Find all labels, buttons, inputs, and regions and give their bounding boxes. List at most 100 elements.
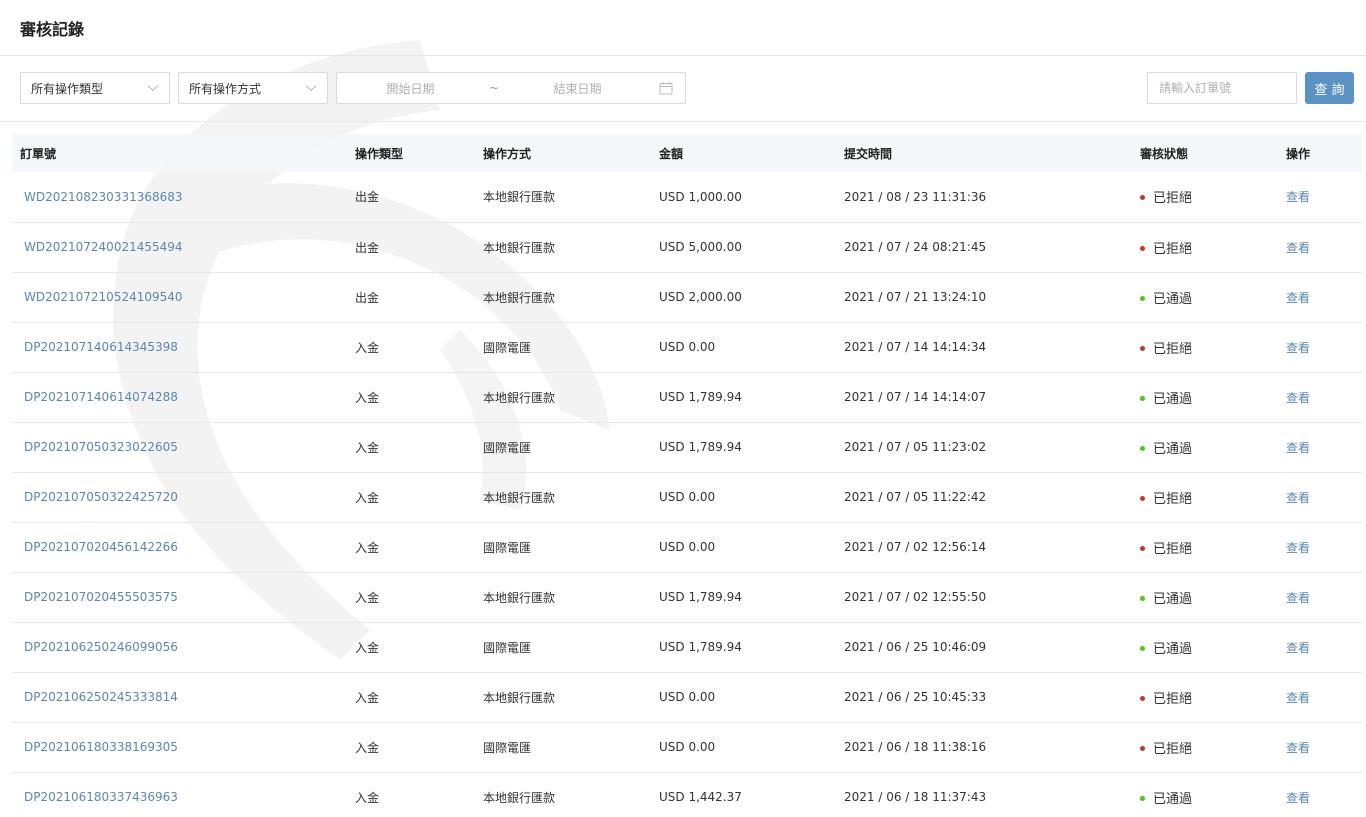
order-number-link[interactable]: DP202106180338169305 [24, 740, 178, 754]
date-range-picker[interactable]: 開始日期 ~ 結束日期 [336, 72, 686, 104]
submit-time-cell: 2021 / 07 / 05 11:23:02 [844, 440, 987, 454]
table-row: DP202106250246099056 入金 國際電匯 USD 1,789.94 20… [12, 622, 1362, 672]
records-table-container: 訂單號 操作類型 操作方式 金額 提交時間 審核狀態 操作 WD20210823… [0, 122, 1366, 817]
search-button[interactable]: 查 詢 [1305, 72, 1354, 104]
status-dot-icon [1140, 795, 1145, 801]
table-row: WD202108230331368683 出金 本地銀行匯款 USD 1,000.00… [12, 172, 1362, 222]
submit-time-cell: 2021 / 06 / 18 11:37:43 [844, 790, 987, 804]
status-badge: 已通過 [1153, 591, 1193, 607]
amount-cell: USD 0.00 [659, 540, 716, 554]
order-number-link[interactable]: WD202107240021455494 [24, 240, 183, 254]
records-table: 訂單號 操作類型 操作方式 金額 提交時間 審核狀態 操作 WD20210823… [12, 134, 1362, 817]
action-cell: 查看 [1266, 272, 1362, 322]
operation-method-cell: 國際電匯 [483, 340, 532, 355]
status-dot-icon [1140, 695, 1145, 701]
order-number-link[interactable]: DP202107020455503575 [24, 590, 178, 604]
operation-type-select-value: 所有操作類型 [31, 81, 104, 96]
view-link[interactable]: 查看 [1286, 441, 1310, 455]
order-number-cell: DP202107140614074288 [12, 372, 347, 422]
table-row: DP202107140614345398 入金 國際電匯 USD 0.00 2021 /… [12, 322, 1362, 372]
order-number-link[interactable]: DP202107140614345398 [24, 340, 178, 354]
table-row: DP202107140614074288 入金 本地銀行匯款 USD 1,789.94… [12, 372, 1362, 422]
column-header-amount: 金額 [659, 146, 684, 161]
operation-type-cell: 出金 [355, 290, 380, 305]
amount-cell: USD 1,789.94 [659, 440, 742, 454]
action-cell: 查看 [1266, 672, 1362, 722]
view-link[interactable]: 查看 [1286, 741, 1310, 755]
status-cell: 已拒絕 [1132, 722, 1266, 772]
status-dot-icon [1140, 595, 1145, 601]
status-badge: 已拒絕 [1153, 691, 1193, 707]
status-cell: 已通過 [1132, 622, 1266, 672]
operation-method-cell: 國際電匯 [483, 640, 532, 655]
status-dot-icon [1140, 395, 1145, 401]
operation-method-select[interactable]: 所有操作方式 [178, 72, 328, 104]
order-number-link[interactable]: DP202107020456142266 [24, 540, 178, 554]
order-number-link[interactable]: DP202107050323022605 [24, 440, 178, 454]
view-link[interactable]: 查看 [1286, 791, 1310, 805]
action-cell: 查看 [1266, 572, 1362, 622]
amount-cell: USD 1,789.94 [659, 590, 742, 604]
table-row: DP202107050322425720 入金 本地銀行匯款 USD 0.00 2021… [12, 472, 1362, 522]
status-badge: 已通過 [1153, 791, 1193, 807]
column-header-action: 操作 [1286, 146, 1311, 161]
order-number-link[interactable]: WD202108230331368683 [24, 190, 183, 204]
submit-time-cell: 2021 / 07 / 05 11:22:42 [844, 490, 987, 504]
table-row: DP202106250245333814 入金 本地銀行匯款 USD 0.00 2021… [12, 672, 1362, 722]
status-dot-icon [1140, 245, 1145, 251]
view-link[interactable]: 查看 [1286, 691, 1310, 705]
view-link[interactable]: 查看 [1286, 491, 1310, 505]
status-cell: 已拒絕 [1132, 222, 1266, 272]
amount-cell: USD 0.00 [659, 490, 716, 504]
operation-type-select[interactable]: 所有操作類型 [20, 72, 170, 104]
operation-type-cell: 入金 [355, 640, 380, 655]
column-header-time: 提交時間 [844, 146, 893, 161]
status-cell: 已通過 [1132, 272, 1266, 322]
submit-time-cell: 2021 / 06 / 18 11:38:16 [844, 740, 987, 754]
status-badge: 已通過 [1153, 641, 1193, 657]
end-date-input[interactable]: 結束日期 [504, 80, 651, 97]
column-header-type: 操作類型 [355, 146, 404, 161]
action-cell: 查看 [1266, 322, 1362, 372]
operation-method-cell: 國際電匯 [483, 740, 532, 755]
operation-type-cell: 入金 [355, 390, 380, 405]
operation-method-cell: 本地銀行匯款 [483, 590, 556, 605]
order-number-cell: DP202107020455503575 [12, 572, 347, 622]
status-badge: 已拒絕 [1153, 491, 1193, 507]
view-link[interactable]: 查看 [1286, 190, 1310, 204]
order-number-link[interactable]: DP202106250245333814 [24, 690, 178, 704]
table-row: WD202107210524109540 出金 本地銀行匯款 USD 2,000.00… [12, 272, 1362, 322]
amount-cell: USD 1,789.94 [659, 640, 742, 654]
order-number-link[interactable]: DP202107140614074288 [24, 390, 178, 404]
view-link[interactable]: 查看 [1286, 341, 1310, 355]
order-number-cell: DP202106250245333814 [12, 672, 347, 722]
order-number-input[interactable] [1147, 72, 1297, 104]
status-cell: 已拒絕 [1132, 522, 1266, 572]
amount-cell: USD 0.00 [659, 740, 716, 754]
start-date-input[interactable]: 開始日期 [337, 80, 484, 97]
table-row: DP202107020455503575 入金 本地銀行匯款 USD 1,789.94… [12, 572, 1362, 622]
order-number-link[interactable]: WD202107210524109540 [24, 290, 183, 304]
date-separator: ~ [488, 81, 500, 95]
order-number-cell: WD202107210524109540 [12, 272, 347, 322]
view-link[interactable]: 查看 [1286, 241, 1310, 255]
order-number-link[interactable]: DP202107050322425720 [24, 490, 178, 504]
filter-bar: 所有操作類型 所有操作方式 開始日期 ~ 結束日期 查 詢 [0, 56, 1366, 122]
view-link[interactable]: 查看 [1286, 291, 1310, 305]
view-link[interactable]: 查看 [1286, 641, 1310, 655]
status-cell: 已拒絕 [1132, 472, 1266, 522]
status-badge: 已拒絕 [1153, 541, 1193, 557]
view-link[interactable]: 查看 [1286, 541, 1310, 555]
submit-time-cell: 2021 / 08 / 23 11:31:36 [844, 189, 987, 204]
operation-method-cell: 國際電匯 [483, 440, 532, 455]
table-row: WD202107240021455494 出金 本地銀行匯款 USD 5,000.00… [12, 222, 1362, 272]
view-link[interactable]: 查看 [1286, 391, 1310, 405]
calendar-icon [659, 82, 673, 95]
table-row: DP202106180338169305 入金 國際電匯 USD 0.00 2021 /… [12, 722, 1362, 772]
table-row: DP202107050323022605 入金 國際電匯 USD 1,789.94 20… [12, 422, 1362, 472]
view-link[interactable]: 查看 [1286, 591, 1310, 605]
order-number-link[interactable]: DP202106250246099056 [24, 640, 178, 654]
status-dot-icon [1140, 745, 1145, 751]
order-number-link[interactable]: DP202106180337436963 [24, 790, 178, 804]
action-cell: 查看 [1266, 172, 1362, 222]
